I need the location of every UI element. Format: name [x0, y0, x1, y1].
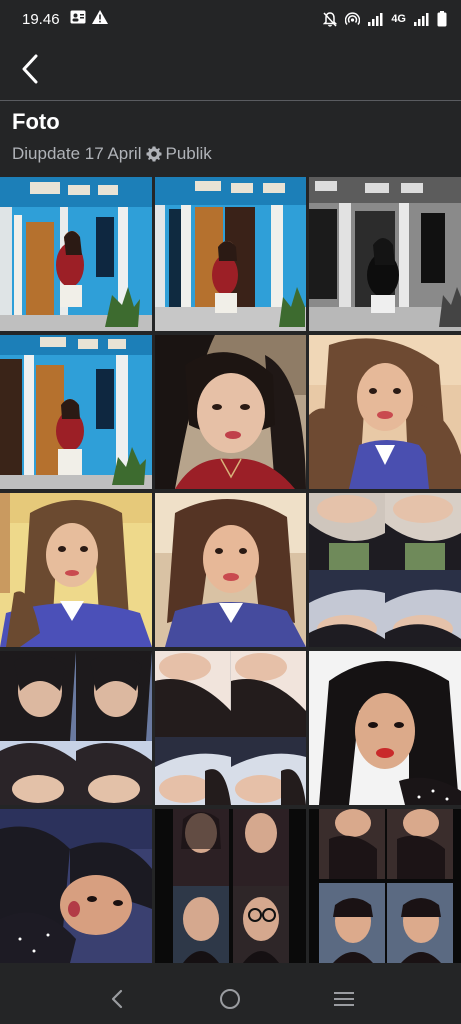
back-button[interactable]: [14, 49, 46, 89]
photo-thumbnail[interactable]: [309, 651, 461, 805]
status-time: 19.46: [22, 10, 60, 28]
photo-thumbnail[interactable]: [155, 493, 306, 647]
divider: [0, 100, 461, 101]
photo-thumbnail[interactable]: [0, 493, 152, 647]
hotspot-icon: [345, 12, 361, 26]
status-bar: 19.46 4G: [0, 0, 461, 38]
warning-icon: [91, 9, 108, 29]
photo-thumbnail[interactable]: [309, 177, 461, 331]
photo-thumbnail[interactable]: [0, 177, 152, 331]
grid-bottom-edge: [0, 966, 461, 974]
home-icon: [220, 989, 241, 1009]
nav-recents-button[interactable]: [324, 979, 364, 1019]
photo-thumbnail[interactable]: [0, 335, 152, 489]
photo-thumbnail[interactable]: [0, 651, 152, 805]
chevron-left-icon: [22, 54, 38, 84]
contact-card-icon: [70, 10, 86, 29]
photo-thumbnail[interactable]: [309, 493, 461, 647]
network-label: 4G: [391, 13, 406, 25]
photo-grid: [0, 177, 461, 963]
recents-icon: [334, 992, 355, 1006]
album-title: Foto: [12, 109, 60, 134]
system-nav-bar: [0, 974, 461, 1024]
battery-icon: [437, 11, 447, 27]
photo-thumbnail[interactable]: [309, 809, 461, 963]
back-icon: [111, 989, 122, 1009]
gear-icon: [145, 145, 163, 163]
nav-back-button[interactable]: [97, 979, 137, 1019]
album-meta: Diupdate 17 April Publik: [12, 142, 449, 166]
album-header: Foto Diupdate 17 April Publik: [12, 106, 449, 166]
signal-icon-2: [414, 12, 429, 26]
nav-home-button[interactable]: [210, 979, 250, 1019]
privacy-label: Publik: [165, 144, 212, 163]
mute-icon: [323, 11, 338, 27]
photo-thumbnail[interactable]: [155, 335, 306, 489]
photo-thumbnail[interactable]: [155, 809, 306, 963]
photo-thumbnail[interactable]: [155, 177, 306, 331]
signal-icon: [368, 12, 383, 26]
photo-thumbnail[interactable]: [0, 809, 152, 963]
top-bar: [0, 38, 461, 100]
photo-thumbnail[interactable]: [155, 651, 306, 805]
album-updated-text: Diupdate 17 April: [12, 144, 142, 163]
photo-thumbnail[interactable]: [309, 335, 461, 489]
